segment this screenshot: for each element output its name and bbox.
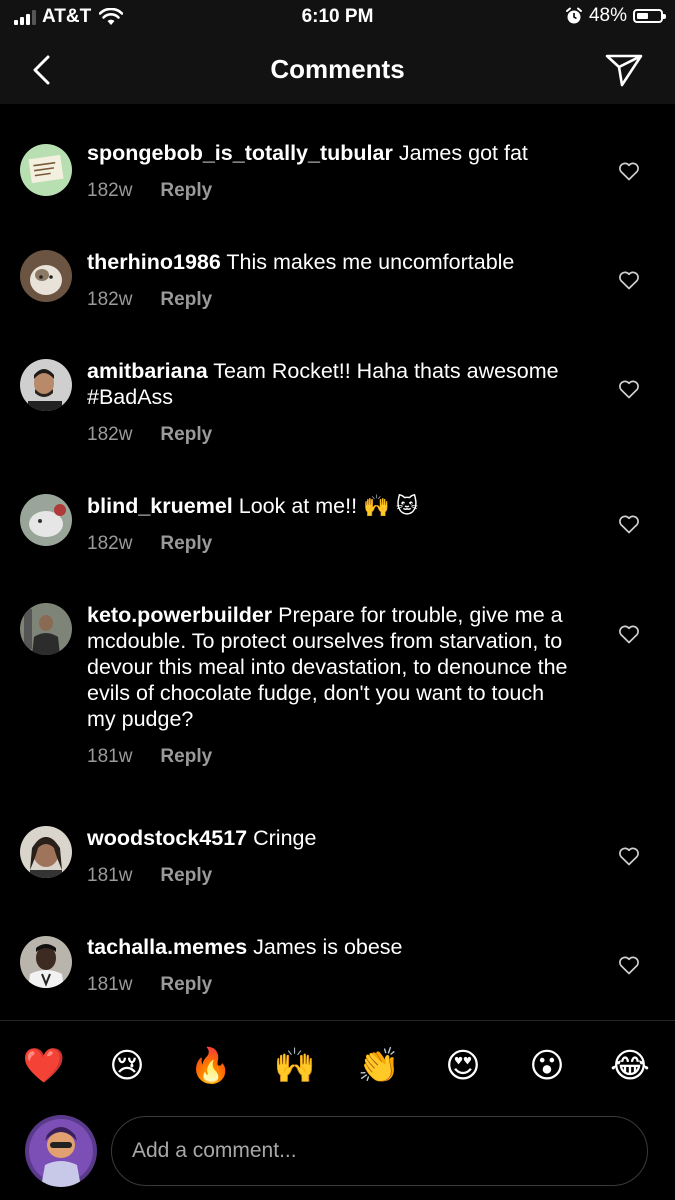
like-heart-icon[interactable] (617, 377, 641, 401)
divider (0, 1020, 675, 1021)
comment-body: therhino1986 This makes me uncomfortable… (87, 249, 577, 313)
avatar[interactable] (20, 250, 72, 302)
like-heart-icon[interactable] (617, 622, 641, 646)
comment-body: spongebob_is_totally_tubular James got f… (87, 140, 577, 204)
comment-username[interactable]: blind_kruemel (87, 494, 233, 518)
alarm-icon (565, 7, 582, 24)
comment-meta: 181w Reply (87, 863, 577, 889)
comment-username[interactable]: tachalla.memes (87, 935, 247, 959)
header: Comments (0, 36, 675, 104)
comment-body: tachalla.memes James is obese 181w Reply (87, 934, 577, 998)
comment-username[interactable]: amitbariana (87, 359, 208, 383)
avatar[interactable] (20, 144, 72, 196)
comment-text: James is obese (253, 935, 403, 959)
comment-username[interactable]: keto.powerbuilder (87, 603, 272, 627)
comment-meta: 182w Reply (87, 178, 577, 204)
comment-username[interactable]: therhino1986 (87, 250, 221, 274)
comment-age: 181w (87, 746, 133, 767)
reaction-raised-hands-emoji[interactable]: 🙌 (273, 1044, 317, 1088)
comment-text-line: tachalla.memes James is obese (87, 934, 577, 960)
comment-body: woodstock4517 Cringe 181w Reply (87, 825, 577, 889)
comment-meta: 182w Reply (87, 422, 577, 448)
reaction-crying-emoji[interactable]: 😢 (105, 1044, 149, 1088)
reaction-heart-eyes-emoji[interactable]: 😍 (441, 1044, 485, 1088)
reaction-laughing-emoji[interactable]: 😂 (608, 1044, 652, 1088)
share-button[interactable] (603, 50, 645, 90)
comment-age: 182w (87, 424, 133, 445)
comment-text-line: spongebob_is_totally_tubular James got f… (87, 140, 577, 166)
comment-age: 181w (87, 974, 133, 995)
comment-text: Cringe (253, 826, 317, 850)
paper-plane-icon (605, 54, 643, 87)
battery-percent: 48% (588, 5, 627, 26)
like-heart-icon[interactable] (617, 159, 641, 183)
comment-input[interactable] (111, 1116, 648, 1186)
reply-button[interactable]: Reply (160, 744, 212, 770)
like-heart-icon[interactable] (617, 268, 641, 292)
reply-button[interactable]: Reply (160, 287, 212, 313)
comment-meta: 181w Reply (87, 744, 577, 770)
comment-age: 182w (87, 180, 133, 201)
comment-body: amitbariana Team Rocket!! Haha thats awe… (87, 358, 577, 448)
like-heart-icon[interactable] (617, 953, 641, 977)
battery-icon (633, 9, 666, 23)
comment-text-line: amitbariana Team Rocket!! Haha thats awe… (87, 358, 577, 410)
comment-text: This makes me uncomfortable (226, 250, 515, 274)
comment-username[interactable]: spongebob_is_totally_tubular (87, 141, 393, 165)
comment-text-line: keto.powerbuilder Prepare for trouble, g… (87, 602, 577, 732)
reply-button[interactable]: Reply (160, 863, 212, 889)
reply-button[interactable]: Reply (160, 178, 212, 204)
avatar[interactable] (20, 359, 72, 411)
comment-meta: 181w Reply (87, 972, 577, 998)
comment-meta: 182w Reply (87, 287, 577, 313)
avatar[interactable] (20, 494, 72, 546)
like-heart-icon[interactable] (617, 844, 641, 868)
comment-text-line: woodstock4517 Cringe (87, 825, 577, 851)
reaction-heart-emoji[interactable]: ❤️ (22, 1044, 66, 1088)
like-heart-icon[interactable] (617, 512, 641, 536)
comment-text-line: blind_kruemel Look at me!! 🙌 🐱 (87, 493, 577, 519)
avatar[interactable] (20, 603, 72, 655)
reply-button[interactable]: Reply (160, 531, 212, 557)
quick-reaction-bar: ❤️ 😢 🔥 🙌 👏 😍 😮 😂 (0, 1044, 675, 1088)
reaction-surprised-emoji[interactable]: 😮 (525, 1044, 569, 1088)
status-bar: AT&T 6:10 PM 48% (0, 0, 675, 36)
comment-username[interactable]: woodstock4517 (87, 826, 247, 850)
comment-body: keto.powerbuilder Prepare for trouble, g… (87, 602, 577, 770)
avatar[interactable] (20, 826, 72, 878)
page-title: Comments (270, 54, 405, 84)
reply-button[interactable]: Reply (160, 422, 212, 448)
reaction-fire-emoji[interactable]: 🔥 (189, 1044, 233, 1088)
avatar[interactable] (20, 936, 72, 988)
current-user-avatar[interactable] (25, 1115, 97, 1187)
comment-body: blind_kruemel Look at me!! 🙌 🐱 182w Repl… (87, 493, 577, 557)
comment-meta: 182w Reply (87, 531, 577, 557)
comment-text: Look at me!! 🙌 🐱 (238, 494, 419, 518)
comment-text: James got fat (398, 141, 528, 165)
comment-text-line: therhino1986 This makes me uncomfortable (87, 249, 577, 275)
comment-age: 182w (87, 289, 133, 310)
status-right: 48% (565, 5, 666, 27)
reaction-clapping-emoji[interactable]: 👏 (357, 1044, 401, 1088)
reply-button[interactable]: Reply (160, 972, 212, 998)
comment-age: 182w (87, 533, 133, 554)
comment-age: 181w (87, 865, 133, 886)
